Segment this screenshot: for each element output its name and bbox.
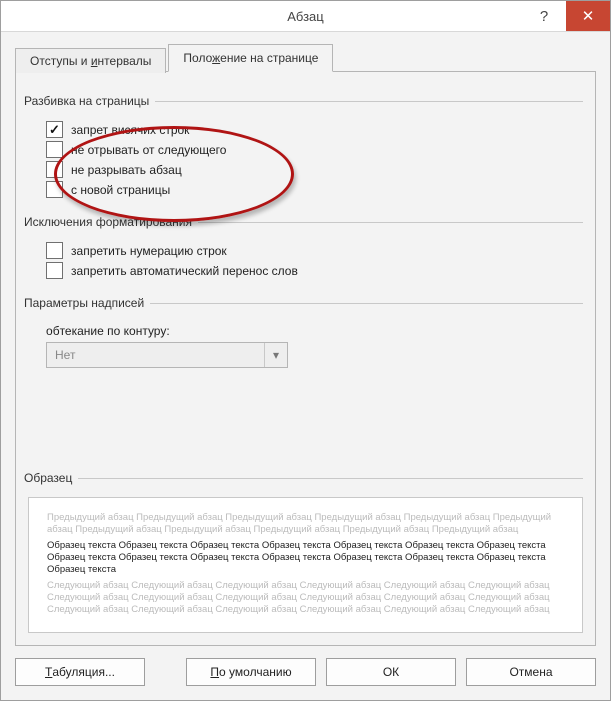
set-default-button[interactable]: По умолчанию [186, 658, 316, 686]
label-keep-lines-together[interactable]: не разрывать абзац [71, 163, 182, 177]
wrap-label: обтекание по контуру: [46, 324, 583, 338]
checkbox-keep-lines-together[interactable] [46, 161, 63, 178]
row-keep-with-next: не отрывать от следующего [46, 141, 583, 158]
label-widow-control[interactable]: запрет висячих строк [71, 123, 189, 137]
row-widow-control: запрет висячих строк [46, 121, 583, 138]
wrap-select[interactable]: Нет ▾ [46, 342, 288, 368]
spacer [28, 372, 583, 461]
checkbox-no-hyphenation[interactable] [46, 262, 63, 279]
label-no-hyphenation[interactable]: запретить автоматический перенос слов [71, 264, 298, 278]
checkbox-keep-with-next[interactable] [46, 141, 63, 158]
chevron-down-icon: ▾ [264, 343, 287, 367]
group-sample-legend: Образец [24, 471, 78, 485]
dialog-buttons: Табуляция... По умолчанию ОК Отмена [1, 646, 610, 700]
group-pagination-legend: Разбивка на страницы [24, 94, 155, 108]
close-button[interactable]: ✕ [566, 1, 610, 31]
checkbox-page-break-before[interactable] [46, 181, 63, 198]
tab-page-position: Разбивка на страницы запрет висячих стро… [15, 71, 596, 646]
group-textbox-options: Параметры надписей обтекание по контуру:… [28, 296, 583, 372]
wrap-select-value: Нет [47, 348, 264, 362]
tab-indents[interactable]: Отступы и интервалы [15, 48, 166, 73]
close-icon: ✕ [582, 7, 595, 25]
dialog-content: Отступы и интервалы Положение на страниц… [1, 32, 610, 646]
group-textbox-legend: Параметры надписей [24, 296, 150, 310]
paragraph-dialog: Абзац ? ✕ Отступы и интервалы Положение … [0, 0, 611, 701]
row-keep-lines-together: не разрывать абзац [46, 161, 583, 178]
group-exceptions-legend: Исключения форматирования [24, 215, 198, 229]
label-page-break-before[interactable]: с новой страницы [71, 183, 170, 197]
group-pagination: Разбивка на страницы запрет висячих стро… [28, 94, 583, 205]
row-no-hyphenation: запретить автоматический перенос слов [46, 262, 583, 279]
sample-preview: Предыдущий абзац Предыдущий абзац Предыд… [28, 497, 583, 633]
label-keep-with-next[interactable]: не отрывать от следующего [71, 143, 226, 157]
checkbox-widow-control[interactable] [46, 121, 63, 138]
window-controls: ? ✕ [522, 1, 610, 31]
sample-prev-paragraph: Предыдущий абзац Предыдущий абзац Предыд… [47, 512, 564, 536]
group-exceptions: Исключения форматирования запретить нуме… [28, 215, 583, 286]
group-sample: Образец Предыдущий абзац Предыдущий абза… [28, 471, 583, 637]
cancel-button[interactable]: Отмена [466, 658, 596, 686]
tab-strip: Отступы и интервалы Положение на страниц… [15, 46, 596, 72]
tab-position-on-page[interactable]: Положение на странице [168, 44, 333, 72]
checkbox-suppress-line-numbers[interactable] [46, 242, 63, 259]
row-page-break-before: с новой страницы [46, 181, 583, 198]
pagination-area: Разбивка на страницы запрет висячих стро… [28, 84, 583, 205]
row-suppress-line-numbers: запретить нумерацию строк [46, 242, 583, 259]
sample-next-paragraph: Следующий абзац Следующий абзац Следующи… [47, 580, 564, 616]
ok-button[interactable]: ОК [326, 658, 456, 686]
titlebar: Абзац ? ✕ [1, 1, 610, 32]
sample-current-paragraph: Образец текста Образец текста Образец те… [47, 540, 564, 576]
tabs-button[interactable]: Табуляция... [15, 658, 145, 686]
help-button[interactable]: ? [522, 1, 566, 31]
window-title: Абзац [287, 9, 323, 24]
help-icon: ? [540, 8, 548, 25]
label-suppress-line-numbers[interactable]: запретить нумерацию строк [71, 244, 227, 258]
